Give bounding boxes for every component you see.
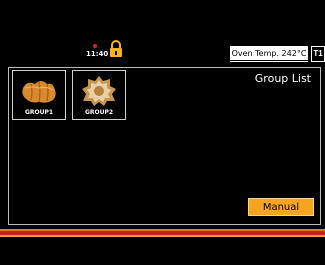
oven-temp-underline (230, 61, 308, 62)
oven-temp-display[interactable]: Oven Temp. 242°C (230, 46, 308, 60)
group-tile-2[interactable]: GROUP2 (72, 70, 126, 120)
clock: 11:40 (86, 50, 109, 58)
recording-indicator-icon (93, 44, 97, 48)
group-label: GROUP2 (84, 109, 114, 116)
manual-button[interactable]: Manual (248, 198, 314, 216)
donut-icon (82, 76, 116, 106)
group-tile-1[interactable]: GROUP1 (12, 70, 66, 120)
group-label: GROUP1 (24, 109, 54, 116)
tray-indicator[interactable]: T1 (311, 46, 325, 62)
croissant-icon (22, 81, 56, 103)
page-title: Group List (254, 72, 311, 85)
decor-stripe-amber (0, 235, 325, 237)
lock-icon[interactable] (108, 40, 124, 58)
